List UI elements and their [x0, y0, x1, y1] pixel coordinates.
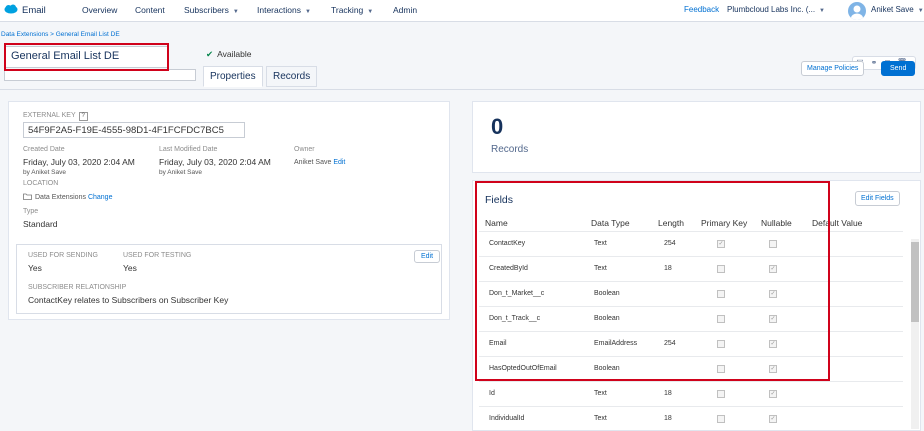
external-key-field[interactable]: 54F9F2A5-F19E-4555-98D1-4F1FCFDC7BC5	[23, 122, 245, 138]
created-date: Friday, July 03, 2020 2:04 AM	[23, 157, 135, 167]
external-key-label-text: EXTERNAL KEY	[23, 112, 76, 119]
modified-date-label: Last Modified Date	[159, 146, 218, 153]
primary-key-checkbox[interactable]	[717, 390, 725, 398]
owner-name: Aniket Save	[294, 159, 332, 166]
nav-interactions[interactable]: Interactions ▼	[257, 5, 311, 15]
external-key-label: EXTERNAL KEY?	[23, 112, 88, 121]
nav-overview[interactable]: Overview	[82, 5, 117, 15]
tab-properties[interactable]: Properties	[203, 66, 263, 87]
tab-records[interactable]: Records	[266, 66, 318, 87]
subscriber-relationship-value: ContactKey relates to Subscribers on Sub…	[28, 295, 229, 305]
edit-fields-button[interactable]: Edit Fields	[855, 191, 900, 206]
fields-scrollbar[interactable]	[911, 239, 919, 429]
change-location-link[interactable]: Change	[88, 194, 113, 201]
nav-content[interactable]: Content	[135, 5, 165, 15]
field-name: IndividualId	[489, 415, 525, 422]
owner: Aniket Save Edit	[294, 159, 345, 166]
records-card: 0 Records	[472, 101, 921, 173]
used-for-sending-value: Yes	[28, 263, 42, 273]
manage-policies-button[interactable]: Manage Policies	[801, 61, 865, 76]
field-name: Id	[489, 390, 495, 397]
chevron-down-icon: ▼	[367, 9, 374, 15]
send-button[interactable]: Send	[881, 61, 916, 76]
org-switcher[interactable]: Plumbcloud Labs Inc. (... ▼	[727, 5, 825, 14]
location: Data Extensions Change	[23, 193, 112, 201]
sending-settings-box: USED FOR SENDING Yes USED FOR TESTING Ye…	[16, 244, 442, 314]
status-label: Available	[217, 49, 252, 59]
location-value: Data Extensions	[35, 194, 86, 201]
link-icon[interactable]: ⚭	[867, 57, 881, 69]
chevron-down-icon: ▼	[917, 8, 924, 14]
org-name: Plumbcloud Labs Inc. (...	[727, 5, 816, 14]
nullable-checkbox[interactable]: ✓	[769, 390, 777, 398]
modified-by: by Aniket Save	[159, 169, 202, 176]
modified-date: Friday, July 03, 2020 2:04 AM	[159, 157, 271, 167]
avatar[interactable]	[848, 2, 866, 20]
nullable-checkbox[interactable]: ✓	[769, 415, 777, 423]
app-name[interactable]: Email	[22, 5, 46, 16]
table-row[interactable]: IndividualId Text 18 ✓	[479, 406, 903, 430]
location-label: LOCATION	[23, 180, 59, 187]
chevron-down-icon: ▼	[232, 9, 239, 15]
owner-label: Owner	[294, 146, 315, 153]
table-row[interactable]: Id Text 18 ✓	[479, 381, 903, 406]
nav-admin[interactable]: Admin	[393, 5, 417, 15]
fields-highlight-box	[475, 181, 830, 381]
name-highlight-box	[4, 43, 169, 71]
edit-sending-button[interactable]: Edit	[414, 250, 441, 263]
field-length: 18	[664, 415, 672, 422]
nav-subscribers-label: Subscribers	[184, 5, 229, 15]
records-count: 0	[491, 114, 504, 139]
field-data-type: Text	[594, 415, 607, 422]
records-label: Records	[491, 144, 529, 155]
created-by: by Aniket Save	[23, 169, 66, 176]
created-date-label: Created Date	[23, 146, 65, 153]
used-for-sending-label: USED FOR SENDING	[28, 252, 99, 259]
subscriber-relationship-label: SUBSCRIBER RELATIONSHIP	[28, 284, 127, 291]
nav-tracking-label: Tracking	[331, 5, 364, 15]
user-name: Aniket Save	[871, 5, 914, 14]
type-value: Standard	[23, 219, 58, 229]
used-for-testing-value: Yes	[123, 263, 137, 273]
scrollbar-thumb[interactable]	[911, 242, 919, 322]
status-badge: ✔ Available	[206, 49, 251, 60]
header-divider	[0, 89, 924, 90]
chevron-down-icon: ▼	[819, 8, 825, 14]
nav-interactions-label: Interactions	[257, 5, 301, 15]
chevron-down-icon: ▼	[304, 9, 311, 15]
user-menu[interactable]: Aniket Save ▼	[871, 5, 924, 14]
nav-subscribers[interactable]: Subscribers ▼	[184, 5, 239, 15]
properties-panel: EXTERNAL KEY? 54F9F2A5-F19E-4555-98D1-4F…	[8, 101, 450, 320]
nav-tracking[interactable]: Tracking ▼	[331, 5, 373, 15]
edit-owner-link[interactable]: Edit	[333, 159, 345, 166]
help-icon[interactable]: ?	[78, 112, 88, 121]
type-label: Type	[23, 208, 39, 215]
check-icon: ✔	[206, 49, 214, 59]
used-for-testing-label: USED FOR TESTING	[123, 252, 192, 259]
folder-icon	[23, 193, 32, 200]
field-data-type: Text	[594, 390, 607, 397]
salesforce-cloud-icon[interactable]	[4, 4, 18, 14]
feedback-link[interactable]: Feedback	[684, 5, 719, 14]
primary-key-checkbox[interactable]	[717, 415, 725, 423]
top-navigation: Email Overview Content Subscribers ▼ Inte…	[0, 0, 924, 22]
breadcrumb[interactable]: Data Extensions > General Email List DE	[1, 31, 120, 38]
user-icon	[851, 5, 863, 20]
field-length: 18	[664, 390, 672, 397]
